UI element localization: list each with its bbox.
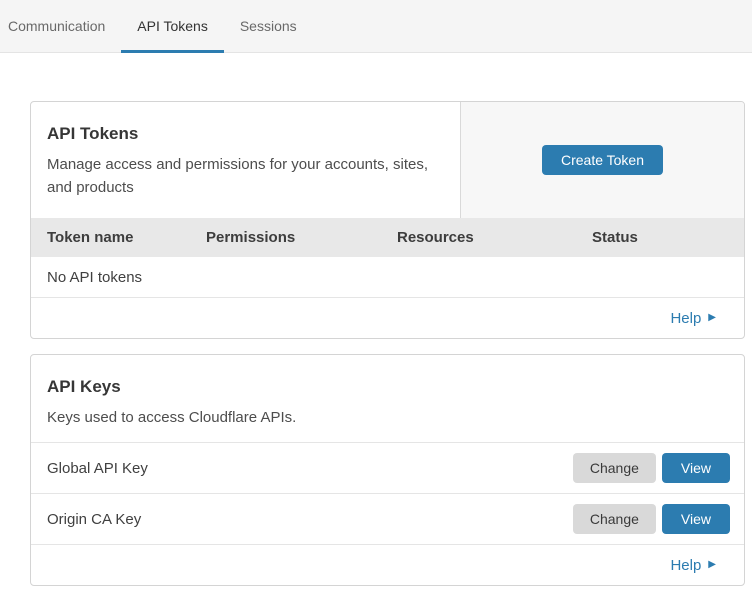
api-keys-description: Keys used to access Cloudflare APIs. — [47, 406, 432, 429]
view-origin-ca-key-button[interactable]: View — [662, 504, 730, 534]
column-header-permissions: Permissions — [206, 229, 397, 246]
api-key-row-origin-ca: Origin CA Key Change View — [31, 494, 744, 545]
help-link-label: Help — [670, 310, 701, 327]
api-key-name: Global API Key — [47, 460, 573, 477]
api-tokens-card-footer: Help ▶ — [31, 298, 744, 338]
change-global-api-key-button[interactable]: Change — [573, 453, 656, 483]
help-arrow-icon: ▶ — [708, 560, 716, 570]
api-tokens-header-text: API Tokens Manage access and permissions… — [31, 102, 460, 218]
profile-tab-bar: Communication API Tokens Sessions — [0, 0, 752, 53]
column-header-token-name: Token name — [47, 229, 206, 246]
api-tokens-action-panel: Create Token — [460, 102, 744, 218]
tab-sessions[interactable]: Sessions — [224, 0, 313, 52]
token-table-empty-row: No API tokens — [31, 257, 744, 298]
api-tokens-card: API Tokens Manage access and permissions… — [30, 101, 745, 339]
tab-api-tokens[interactable]: API Tokens — [121, 0, 224, 52]
api-keys-card: API Keys Keys used to access Cloudflare … — [30, 354, 745, 586]
page-content: API Tokens Manage access and permissions… — [0, 53, 752, 586]
token-table-header: Token name Permissions Resources Status — [31, 218, 744, 257]
api-tokens-title: API Tokens — [47, 124, 444, 144]
api-keys-card-footer: Help ▶ — [31, 545, 744, 585]
api-keys-card-header: API Keys Keys used to access Cloudflare … — [31, 355, 744, 443]
view-global-api-key-button[interactable]: View — [662, 453, 730, 483]
help-link-label: Help — [670, 557, 701, 574]
empty-state-message: No API tokens — [47, 269, 142, 286]
api-key-name: Origin CA Key — [47, 511, 573, 528]
column-header-resources: Resources — [397, 229, 592, 246]
api-tokens-description: Manage access and permissions for your a… — [47, 153, 432, 200]
column-header-status: Status — [592, 229, 744, 246]
api-keys-title: API Keys — [47, 377, 728, 397]
api-tokens-help-link[interactable]: Help ▶ — [670, 310, 716, 327]
change-origin-ca-key-button[interactable]: Change — [573, 504, 656, 534]
api-keys-help-link[interactable]: Help ▶ — [670, 557, 716, 574]
help-arrow-icon: ▶ — [708, 313, 716, 323]
api-key-row-global: Global API Key Change View — [31, 443, 744, 494]
create-token-button[interactable]: Create Token — [542, 145, 663, 175]
api-tokens-card-header: API Tokens Manage access and permissions… — [31, 102, 744, 218]
tab-communication[interactable]: Communication — [0, 0, 121, 52]
